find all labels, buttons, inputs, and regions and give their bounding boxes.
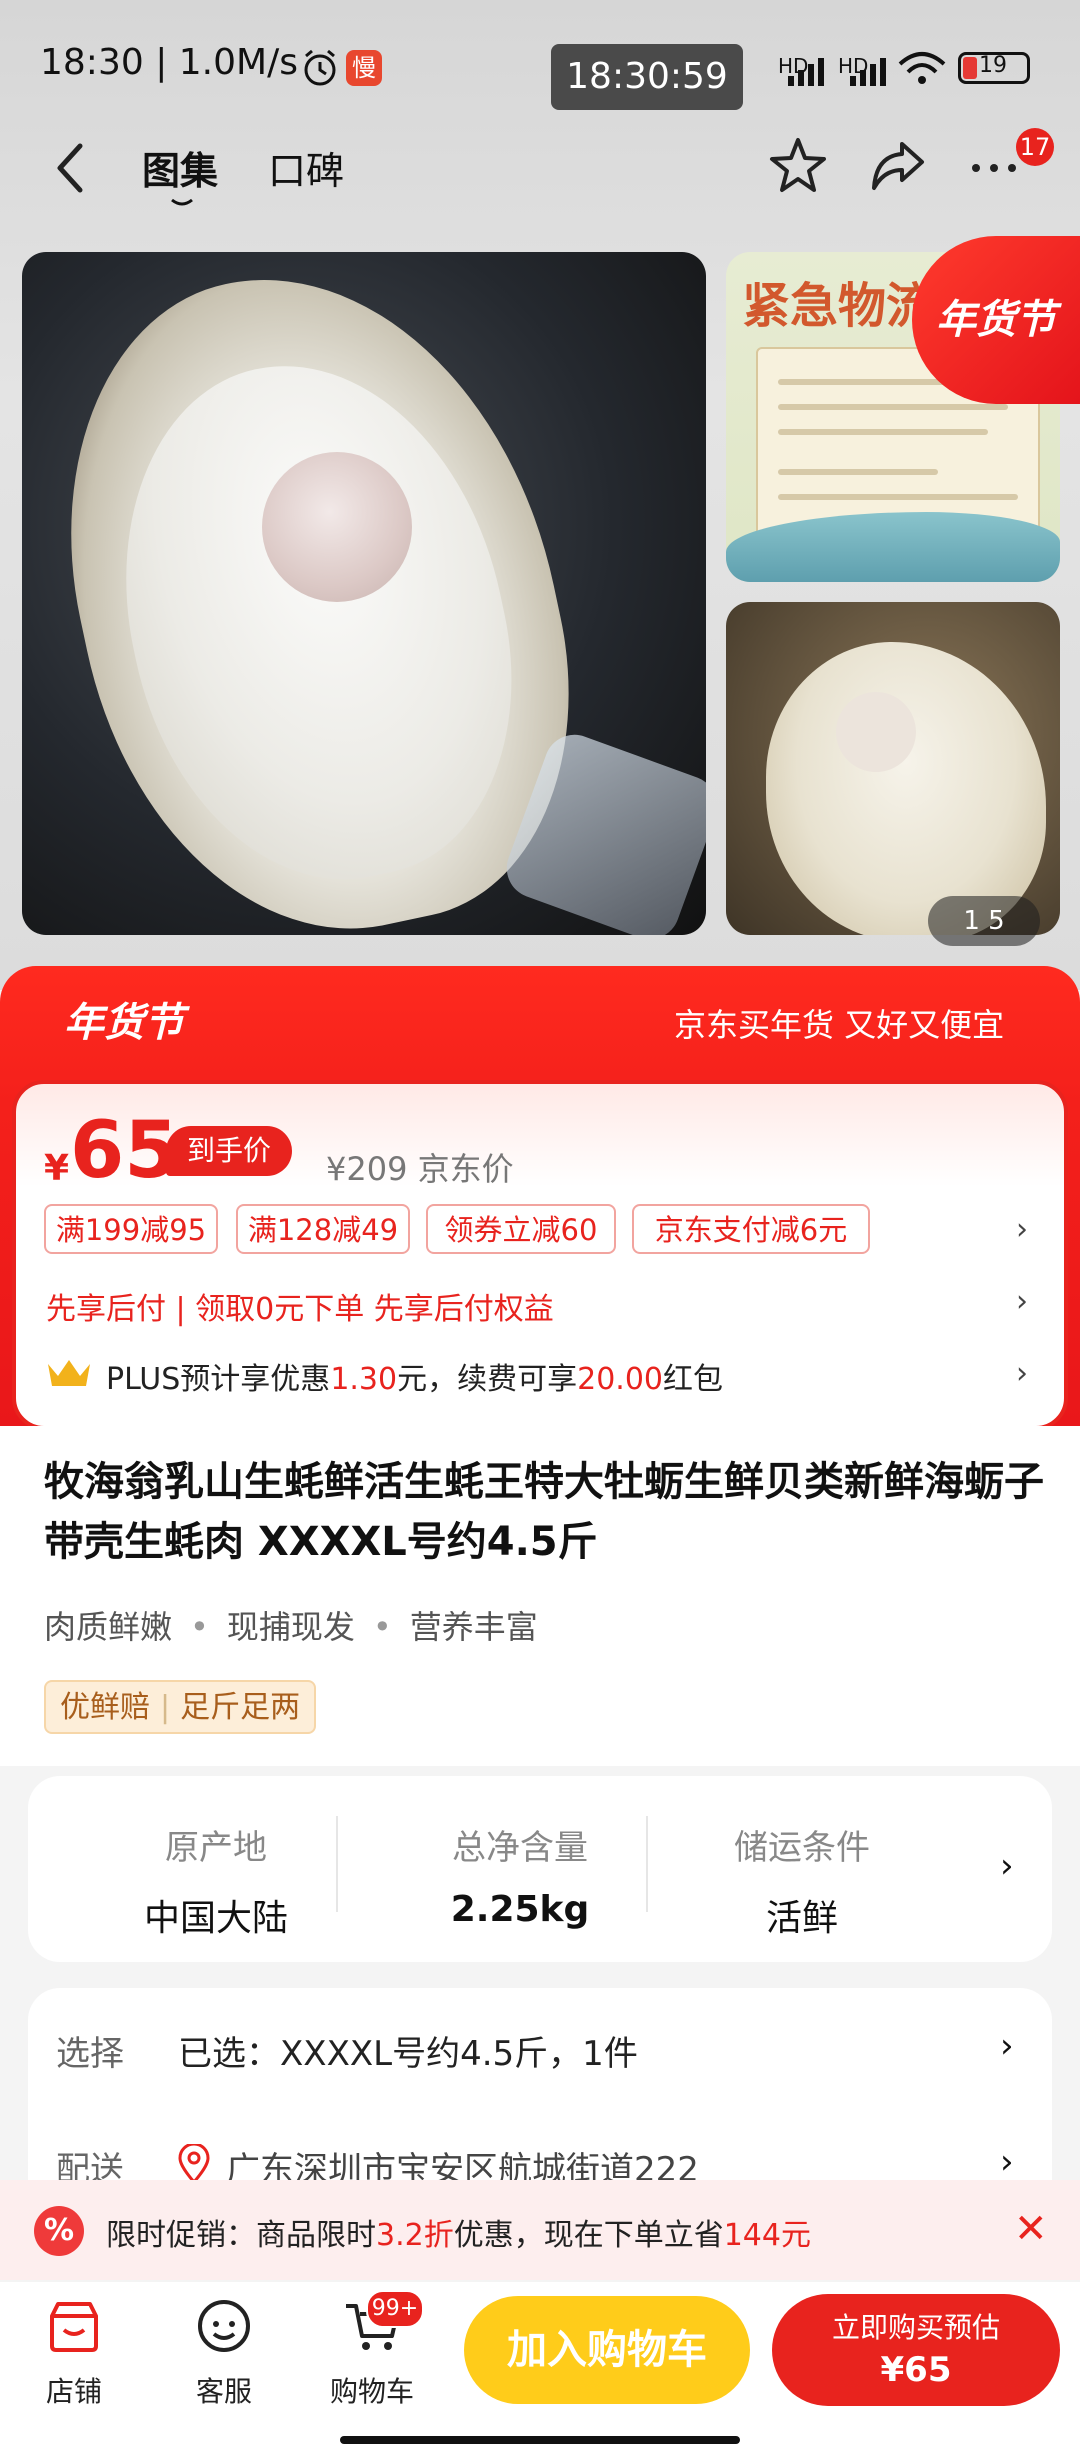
crown-icon — [48, 1360, 90, 1386]
plus-prefix: PLUS预计享优惠 — [106, 1362, 331, 1397]
feature-item: 营养丰富 — [409, 1608, 538, 1646]
buy-now-price: ¥65 — [880, 2350, 952, 2390]
price-symbol: ¥ — [44, 1148, 70, 1189]
plus-discount: 1.30 — [330, 1362, 398, 1397]
feature-item: 肉质鲜嫩 — [44, 1608, 173, 1646]
thumbnail-title: 紧急物流 — [742, 278, 935, 334]
guarantee-fresh: 优鲜赔 — [60, 1690, 150, 1725]
star-icon[interactable] — [766, 134, 830, 198]
back-icon[interactable] — [50, 138, 90, 198]
plus-suffix: 红包 — [663, 1362, 723, 1397]
service-label: 客服 — [195, 2375, 252, 2408]
promo-saving: 144元 — [723, 2218, 811, 2253]
spec-weight: 总净含量 2.25kg — [370, 1820, 670, 1930]
spec-chevron-icon[interactable]: › — [1000, 1846, 1014, 1886]
tab-gallery[interactable]: 图集 — [142, 140, 218, 195]
banner-slogan: 京东买年货 又好又便宜 — [674, 1006, 1005, 1044]
coupon-3[interactable]: 领券立减60 — [426, 1204, 616, 1254]
final-price: 65 — [70, 1106, 179, 1196]
status-time: 18:30 | 1.0M/s — [40, 42, 298, 83]
spec-label: 储运条件 — [734, 1828, 870, 1868]
delivery-chevron-icon[interactable]: › — [1000, 2142, 1014, 2182]
promo-prefix: 限时促销：商品限时 — [106, 2218, 376, 2253]
promo-mid: 优惠，现在下单立省 — [453, 2218, 724, 2253]
status-bar: 18:30 | 1.0M/s 慢 18:30:59 HD HD 19 — [0, 0, 1080, 140]
cart-label: 购物车 — [329, 2375, 414, 2408]
signal-icon — [788, 58, 824, 86]
tab-reviews[interactable]: 口碑 — [268, 140, 344, 195]
pay-later-chevron-icon[interactable]: › — [1016, 1284, 1028, 1319]
spec-label: 原产地 — [165, 1828, 267, 1868]
coupons-chevron-icon[interactable]: › — [1016, 1212, 1028, 1247]
promo-text: 限时促销：商品限时3.2折优惠，现在下单立省144元 — [106, 2210, 811, 2254]
plus-red-packet: 20.00 — [577, 1362, 663, 1397]
festival-badge[interactable]: 年货节 — [912, 236, 1080, 404]
home-indicator[interactable] — [340, 2436, 740, 2444]
feature-list: 肉质鲜嫩 • 现捕现发 • 营养丰富 — [44, 1608, 538, 1646]
guarantee-tags[interactable]: 优鲜赔 | 足斤足两 — [44, 1680, 317, 1734]
wifi-icon — [898, 52, 946, 84]
location-icon — [178, 2144, 210, 2184]
shop-icon — [50, 2302, 98, 2352]
spec-origin: 原产地 中国大陆 — [66, 1820, 366, 1941]
battery-icon: 19 — [958, 52, 1030, 84]
original-price: ¥209 京东价 — [326, 1150, 514, 1188]
discount-icon: % — [34, 2206, 84, 2256]
coupon-1[interactable]: 满199减95 — [44, 1204, 218, 1254]
coupon-2[interactable]: 满128减49 — [236, 1204, 410, 1254]
guarantee-weight: 足斤足两 — [180, 1690, 301, 1725]
promo-discount: 3.2折 — [376, 2218, 454, 2253]
buy-now-label: 立即购买预估 — [831, 2311, 1000, 2344]
add-to-cart-button[interactable]: 加入购物车 — [464, 2296, 750, 2404]
plus-chevron-icon[interactable]: › — [1016, 1356, 1028, 1391]
festival-logo: 年货节 — [64, 1000, 184, 1046]
buy-now-button[interactable]: 立即购买预估 ¥65 — [772, 2294, 1060, 2406]
customer-service-icon — [198, 2300, 250, 2352]
pay-later-row[interactable]: 先享后付 | 领取0元下单 先享后付权益 — [46, 1284, 554, 1328]
select-chevron-icon[interactable]: › — [1000, 2026, 1014, 2066]
spec-value: 活鲜 — [765, 1898, 838, 1939]
spec-label: 总净含量 — [452, 1828, 588, 1868]
signal-icon-2 — [850, 58, 886, 86]
plus-benefit-row[interactable]: PLUS预计享优惠1.30元，续费可享20.00红包 — [106, 1354, 723, 1398]
status-clock: 18:30:59 — [551, 44, 743, 110]
image-counter: 1 5 — [928, 896, 1040, 946]
thumbnail-oyster[interactable] — [726, 602, 1060, 935]
shop-label: 店铺 — [45, 2375, 102, 2408]
close-icon[interactable]: ✕ — [1014, 2206, 1048, 2252]
cart-count-badge: 99+ — [366, 2290, 424, 2328]
tab-indicator — [171, 198, 193, 206]
slow-badge: 慢 — [346, 50, 382, 86]
service-button[interactable]: 客服 — [164, 2296, 284, 2410]
spec-value: 2.25kg — [450, 1889, 590, 1930]
shop-button[interactable]: 店铺 — [14, 2296, 134, 2410]
select-label: 选择 — [56, 2034, 124, 2074]
notification-badge: 17 — [1016, 128, 1054, 166]
spec-storage: 储运条件 活鲜 — [652, 1820, 952, 1941]
coupon-4[interactable]: 京东支付减6元 — [632, 1204, 870, 1254]
product-title: 牧海翁乳山生蚝鲜活生蚝王特大牡蛎生鲜贝类新鲜海蛎子带壳生蚝肉 XXXXL号约4.… — [44, 1459, 1044, 1565]
share-icon[interactable] — [866, 134, 930, 198]
feature-item: 现捕现发 — [226, 1608, 355, 1646]
plus-mid: 元，续费可享 — [397, 1362, 578, 1397]
alarm-icon — [304, 49, 336, 86]
select-value[interactable]: 已选：XXXXL号约4.5斤，1件 — [178, 2026, 638, 2075]
battery-level: 19 — [979, 53, 1007, 78]
final-price-tag: 到手价 — [166, 1126, 292, 1176]
spec-value: 中国大陆 — [143, 1898, 288, 1939]
main-product-image[interactable] — [22, 252, 706, 935]
